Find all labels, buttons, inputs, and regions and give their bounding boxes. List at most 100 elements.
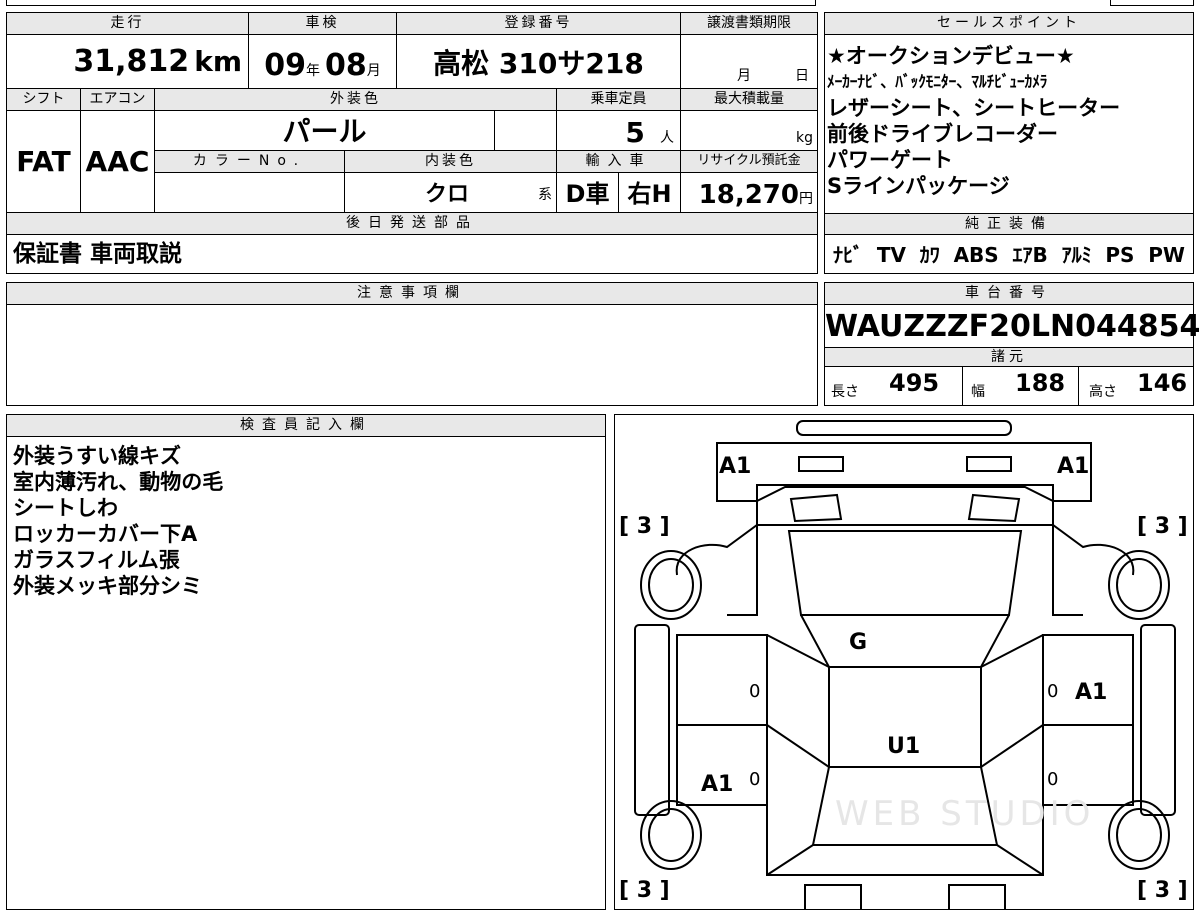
recycle-cell: 18,270円 bbox=[681, 173, 817, 213]
color-no-label: カラーNo. bbox=[155, 151, 345, 173]
shift-label: シフト bbox=[7, 89, 81, 111]
transfer-value-cell: 月 日 bbox=[681, 35, 817, 89]
mark-front-left: A1 bbox=[719, 454, 751, 479]
max-load-label: 最大積載量 bbox=[681, 89, 817, 111]
shaken-value-cell: 09年 08月 bbox=[249, 35, 397, 89]
mileage-value-cell: 31,812 km bbox=[7, 35, 249, 89]
top-strip bbox=[6, 0, 816, 6]
import-label: 輸入車 bbox=[557, 151, 681, 173]
chassis-box: 車台番号 WAUZZZF20LN044854 諸元 長さ 495 幅 188 高… bbox=[824, 282, 1200, 406]
inspector-line: シートしわ bbox=[13, 496, 118, 520]
equipment-item: ｴｱB bbox=[1012, 243, 1048, 267]
equipment-item: PS bbox=[1105, 243, 1135, 267]
length-label: 長さ bbox=[831, 384, 859, 400]
mark-windshield: G bbox=[849, 630, 867, 655]
inspector-line: 外装うすい線キズ bbox=[13, 444, 181, 468]
transfer-day: 日 bbox=[795, 68, 809, 84]
car-diagram-box: WEB STUDIO A1 A1 G U1 A1 A1 [ 3 ] [ 3 ] … bbox=[614, 414, 1194, 910]
max-load-unit: kg bbox=[796, 130, 813, 146]
capacity-label: 乗車定員 bbox=[557, 89, 681, 111]
sales-line: ★オークションデビュー★ bbox=[827, 44, 1075, 68]
mark-front-right: A1 bbox=[1057, 454, 1089, 479]
chassis-label: 車台番号 bbox=[825, 283, 1193, 305]
later-parts-label: 後日発送部品 bbox=[7, 213, 817, 235]
sales-line: 前後ドライブレコーダー bbox=[827, 122, 1058, 146]
capacity-value: 5 bbox=[625, 116, 645, 149]
mileage-value: 31,812 bbox=[73, 44, 190, 79]
ext-color-label: 外装色 bbox=[155, 89, 557, 111]
watermark: WEB STUDIO bbox=[835, 794, 1094, 834]
shift-value: FAT bbox=[7, 111, 81, 213]
height-label: 高さ bbox=[1089, 384, 1117, 400]
top-strip-right bbox=[1110, 0, 1194, 6]
mark-zero: 0 bbox=[1047, 769, 1058, 790]
recycle-value: 18,270 bbox=[698, 180, 799, 210]
mark-left-rear-door: A1 bbox=[701, 772, 733, 797]
mark-zero: 0 bbox=[1047, 681, 1058, 702]
transfer-label: 譲渡書類期限 bbox=[681, 13, 817, 35]
equipment-item: ﾅﾋﾞ bbox=[833, 243, 863, 267]
mark-roof: U1 bbox=[887, 734, 920, 759]
equipment-item: ｶﾜ bbox=[919, 243, 940, 267]
equipment-item: ｱﾙﾐ bbox=[1061, 243, 1092, 267]
ext-color-blank bbox=[495, 111, 557, 151]
int-color-value: クロ bbox=[425, 182, 470, 207]
import-value: D車 bbox=[557, 173, 619, 213]
sales-point-label: セールスポイント bbox=[825, 13, 1193, 35]
sales-line: ﾒｰｶｰﾅﾋﾞ、ﾊﾞｯｸﾓﾆﾀｰ、ﾏﾙﾁﾋﾞｭｰｶﾒﾗ bbox=[827, 72, 1048, 91]
shaken-month-unit: 月 bbox=[366, 63, 381, 79]
spec-height: 高さ 146 bbox=[1079, 367, 1195, 405]
ext-color-value: パール bbox=[155, 111, 495, 151]
equipment-label: 純正装備 bbox=[825, 213, 1193, 235]
car-diagram: WEB STUDIO A1 A1 G U1 A1 A1 [ 3 ] [ 3 ] … bbox=[619, 420, 1188, 909]
equipment-item: TV bbox=[876, 243, 906, 267]
ac-value: AAC bbox=[81, 111, 155, 213]
sales-point-list: ★オークションデビュー★ ﾒｰｶｰﾅﾋﾞ、ﾊﾞｯｸﾓﾆﾀｰ、ﾏﾙﾁﾋﾞｭｰｶﾒﾗ… bbox=[827, 43, 1120, 199]
spec-width: 幅 188 bbox=[963, 367, 1079, 405]
inspector-line: 外装メッキ部分シミ bbox=[13, 574, 202, 598]
inspector-line: 室内薄汚れ、動物の毛 bbox=[13, 470, 224, 494]
notes-box: 注意事項欄 bbox=[6, 282, 818, 406]
mark-tyre-rl: [ 3 ] bbox=[619, 878, 670, 903]
inspector-line: ロッカーカバー下A bbox=[13, 522, 198, 546]
int-color-label: 内装色 bbox=[345, 151, 557, 173]
mark-tyre-fl: [ 3 ] bbox=[619, 514, 670, 539]
mark-tyre-fr: [ 3 ] bbox=[1137, 514, 1188, 539]
equipment-list: ﾅﾋﾞ TV ｶﾜ ABS ｴｱB ｱﾙﾐ PS PW bbox=[833, 239, 1185, 271]
shaken-year-unit: 年 bbox=[305, 63, 320, 79]
vehicle-info-table: 走行 車検 登録番号 譲渡書類期限 31,812 km 09年 08月 高松 3… bbox=[6, 12, 818, 274]
notes-label: 注意事項欄 bbox=[7, 283, 817, 305]
inspector-label: 検査員記入欄 bbox=[7, 415, 605, 437]
transfer-month: 月 bbox=[737, 68, 751, 84]
steering-value: 右H bbox=[619, 173, 681, 213]
mark-zero: 0 bbox=[749, 681, 760, 702]
sales-point-box: セールスポイント ★オークションデビュー★ ﾒｰｶｰﾅﾋﾞ、ﾊﾞｯｸﾓﾆﾀｰ、ﾏ… bbox=[824, 12, 1194, 274]
recycle-unit: 円 bbox=[799, 191, 813, 207]
length-value: 495 bbox=[889, 369, 940, 397]
sales-line: パワーゲート bbox=[827, 148, 953, 172]
int-color-suffix: 系 bbox=[538, 187, 552, 203]
equipment-item: ABS bbox=[953, 243, 999, 267]
inspector-list: 外装うすい線キズ 室内薄汚れ、動物の毛 シートしわ ロッカーカバー下A ガラスフ… bbox=[13, 443, 223, 599]
mark-zero: 0 bbox=[749, 769, 760, 790]
width-label: 幅 bbox=[971, 384, 985, 400]
mileage-label: 走行 bbox=[7, 13, 249, 35]
inspector-box: 検査員記入欄 外装うすい線キズ 室内薄汚れ、動物の毛 シートしわ ロッカーカバー… bbox=[6, 414, 606, 910]
reg-label: 登録番号 bbox=[397, 13, 681, 35]
spec-length: 長さ 495 bbox=[825, 367, 963, 405]
capacity-unit: 人 bbox=[660, 130, 674, 146]
int-color-cell: クロ 系 bbox=[345, 173, 557, 213]
mark-tyre-rr: [ 3 ] bbox=[1137, 878, 1188, 903]
later-parts-value: 保証書 車両取説 bbox=[13, 241, 183, 267]
color-no-value bbox=[155, 173, 345, 213]
inspector-line: ガラスフィルム張 bbox=[13, 548, 180, 572]
width-value: 188 bbox=[1015, 369, 1066, 397]
spec-label: 諸元 bbox=[825, 347, 1193, 367]
sales-line: レザーシート、シートヒーター bbox=[827, 96, 1121, 120]
capacity-value-cell: 5 人 bbox=[557, 111, 681, 151]
mark-right-front-door: A1 bbox=[1075, 680, 1107, 705]
mileage-unit: km bbox=[194, 45, 242, 78]
ac-label: エアコン bbox=[81, 89, 155, 111]
recycle-label: リサイクル預託金 bbox=[681, 151, 817, 173]
sales-line: Sラインパッケージ bbox=[827, 174, 1010, 198]
